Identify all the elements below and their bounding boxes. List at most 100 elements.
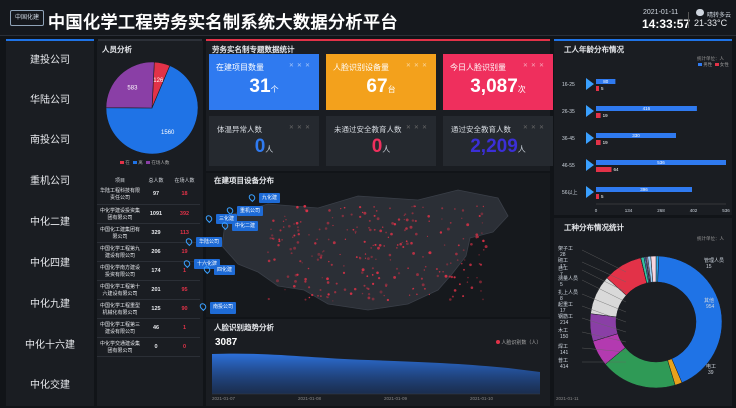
company-item[interactable]: 中化交建 <box>6 366 94 406</box>
map-dot <box>332 300 334 302</box>
stat-value: 0人 <box>326 136 436 158</box>
map-dot <box>423 269 425 271</box>
age-bar-label: 396 <box>640 187 648 192</box>
stat-card[interactable]: 在建项目数量 ✕✕✕ 31个 <box>209 54 319 110</box>
age-bar-female <box>596 140 601 145</box>
table-row[interactable]: 中国化学工程重型机械化有限公司 125 90 <box>97 299 200 319</box>
map-dot <box>439 231 443 234</box>
map-dot <box>331 216 334 219</box>
total-count: 0 <box>143 337 169 357</box>
map-dot <box>296 241 300 244</box>
map-project-tag[interactable]: 华陆公司 <box>196 237 223 247</box>
table-row[interactable]: 中国化学工程第十六建设有限公司 201 95 <box>97 280 200 300</box>
map-dot <box>446 263 449 266</box>
stat-card[interactable]: 体温异常人数 ✕✕✕ 0人 <box>209 116 319 166</box>
stat-card[interactable]: 通过安全教育人数 ✕✕✕ 2,209人 <box>443 116 553 166</box>
map-dot <box>482 298 484 301</box>
map-dot <box>292 284 296 288</box>
company-item[interactable]: 建投公司 <box>6 41 94 81</box>
map-dot <box>370 246 373 249</box>
company-item[interactable]: 中化九建 <box>6 285 94 325</box>
weather-icon <box>696 9 704 16</box>
map-dot <box>455 252 458 256</box>
personnel-pie-chart: 1261560583 <box>105 61 199 155</box>
age-pointer-icon <box>586 78 594 90</box>
map-project-tag[interactable]: 重机公司 <box>237 206 264 216</box>
map-dot <box>326 277 329 281</box>
age-title: 工人年龄分布情况 <box>564 45 624 54</box>
map-dot <box>420 277 423 280</box>
pie-value-label: 583 <box>127 85 138 91</box>
map-dot <box>426 235 429 238</box>
map-dot <box>296 205 299 209</box>
map-dot <box>461 262 463 265</box>
table-row[interactable]: 中国化工建集团有限公司 329 113 <box>97 223 200 243</box>
stat-card[interactable]: 今日人脸识别量 ✕✕✕ 3,087次 <box>443 54 553 110</box>
stat-unit: 人 <box>517 145 526 154</box>
map-dot <box>368 227 370 229</box>
map-project-tag[interactable]: 中化二建 <box>232 221 259 231</box>
company-item[interactable]: 中化十六建 <box>6 326 94 366</box>
map-dot <box>376 271 379 275</box>
map-dot <box>428 220 430 222</box>
age-category-label: 16-25 <box>562 82 575 88</box>
table-row[interactable]: 中国化学工程第九建设有限公司 206 19 <box>97 242 200 262</box>
map-project-tag[interactable]: 四化建 <box>214 265 236 275</box>
map-dot <box>364 253 367 255</box>
age-bar-label: 416 <box>643 106 651 111</box>
map-dot <box>297 233 300 236</box>
map-dot <box>269 237 272 240</box>
map-dot <box>299 221 302 223</box>
map-project-tag[interactable]: 九化建 <box>259 193 281 203</box>
trade-label-name: 焊工 <box>558 343 568 350</box>
company-item[interactable]: 中化二建 <box>6 203 94 243</box>
age-bar-label: 19 <box>603 113 609 118</box>
table-row[interactable]: 中化学交通建设集团有限公司 0 0 <box>97 337 200 357</box>
legend-swatch <box>120 161 124 164</box>
map-dot <box>272 219 275 222</box>
trend-x-tick: 2021-01-07 <box>212 396 236 401</box>
stat-value: 67台 <box>326 76 436 98</box>
map-dot <box>453 276 456 279</box>
table-row[interactable]: 中国化学工程第三建设有限公司 46 1 <box>97 318 200 338</box>
map-dot <box>388 253 392 257</box>
map-dot <box>279 229 282 232</box>
stat-number: 31 <box>249 76 271 97</box>
map-dot <box>364 257 367 259</box>
age-bar-female <box>596 167 612 172</box>
map-dot <box>390 232 393 236</box>
stat-unit: 次 <box>517 85 526 94</box>
map-dot <box>406 242 409 246</box>
stat-card[interactable]: 未通过安全教育人数 ✕✕✕ 0人 <box>326 116 436 166</box>
age-bar-label: 536 <box>657 160 665 165</box>
map-dot <box>343 288 347 291</box>
map-project-tag[interactable]: 南投公司 <box>210 302 237 312</box>
card-decor-icon: ✕✕✕ <box>405 63 430 69</box>
stat-label: 人脸识别设备量 <box>333 63 389 72</box>
company-item[interactable]: 中化四建 <box>6 244 94 284</box>
map-dot <box>421 283 425 287</box>
stat-card[interactable]: 人脸识别设备量 ✕✕✕ 67台 <box>326 54 436 110</box>
map-dot <box>387 236 390 239</box>
company-item[interactable]: 重机公司 <box>6 162 94 202</box>
company-item[interactable]: 华陆公司 <box>6 81 94 121</box>
map-dot <box>483 249 485 251</box>
map-dot <box>363 240 366 243</box>
trend-x-tick: 2021-01-11 <box>556 396 579 401</box>
map-dot <box>356 226 359 229</box>
table-header-row: 项目 总人数 在场人数 <box>97 175 200 185</box>
trade-label-name: 其他 <box>704 297 714 304</box>
map-dot <box>405 240 408 243</box>
card-decor-icon: ✕✕✕ <box>522 125 547 131</box>
age-pointer-icon <box>586 159 594 171</box>
map-dot <box>354 230 357 233</box>
total-count: 329 <box>143 223 169 243</box>
table-row[interactable]: 华陆工程科技有限责任公司 97 18 <box>97 185 200 205</box>
map-dot <box>271 234 274 237</box>
map-dot <box>462 249 465 252</box>
company-item[interactable]: 南投公司 <box>6 121 94 161</box>
table-row[interactable]: 中化学建设投资集团有限公司 1091 392 <box>97 204 200 224</box>
map-dot <box>376 217 380 221</box>
map-dot <box>366 275 369 278</box>
map-dot <box>294 279 297 283</box>
